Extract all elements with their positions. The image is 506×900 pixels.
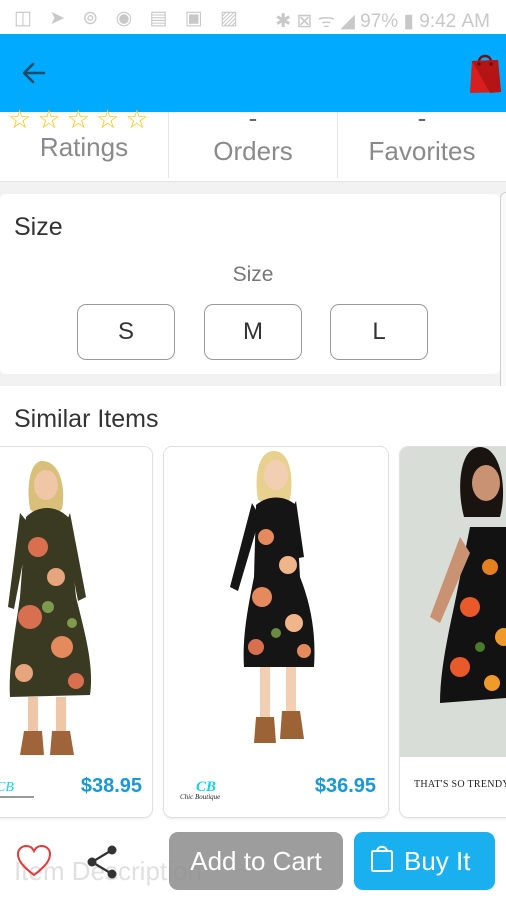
- ratings-stat[interactable]: ☆☆☆☆☆ Ratings: [0, 106, 168, 178]
- buy-it-button[interactable]: Buy It: [354, 832, 495, 890]
- star-icon: ☆: [66, 104, 96, 134]
- star-icon: ☆: [95, 104, 126, 134]
- star-icon: ☆: [125, 104, 155, 134]
- buy-it-label: Buy It: [404, 846, 471, 876]
- notification-icons: ◫ ➤ ⊚ ◉ ▤ ▣ ▨: [14, 8, 244, 29]
- product-screen: ◫ ➤ ⊚ ◉ ▤ ▣ ▨ ✱ ⊠ ᯤ ◢ 97% ▮ 9:42 AM ☆☆☆☆…: [0, 0, 506, 900]
- cart-button[interactable]: [468, 50, 502, 94]
- back-button[interactable]: [18, 57, 50, 89]
- item-price: $38.95: [80, 775, 142, 797]
- orders-stat: - Orders: [168, 103, 338, 178]
- size-subtitle: Size: [232, 263, 274, 286]
- favorite-button[interactable]: [16, 844, 52, 878]
- star-icon: ☆: [37, 104, 67, 134]
- size-option-s[interactable]: S: [77, 304, 175, 360]
- product-image: [0, 447, 152, 757]
- battery-level: 97%: [360, 11, 399, 32]
- similar-item-card[interactable]: THAT'S SO TRENDY: [400, 447, 506, 817]
- orders-label: Orders: [213, 136, 293, 166]
- product-image: [400, 447, 506, 757]
- battery-icon: ▮: [403, 11, 414, 32]
- size-option-m[interactable]: M: [204, 304, 302, 360]
- item-price: $36.95: [314, 775, 376, 797]
- similar-item-card[interactable]: CB Chic Boutique $36.95: [164, 447, 388, 817]
- adjacent-card-edge: [500, 192, 506, 398]
- shopping-bag-icon: [371, 845, 393, 872]
- product-image: [164, 447, 388, 757]
- status-bar: ◫ ➤ ⊚ ◉ ▤ ▣ ▨ ✱ ⊠ ᯤ ◢ 97% ▮ 9:42 AM: [0, 0, 506, 34]
- ratings-label: Ratings: [39, 132, 129, 162]
- arrow-left-icon: [22, 62, 46, 84]
- favorites-value: -: [417, 103, 427, 133]
- status-right: ✱ ⊠ ᯤ ◢ 97% ▮ 9:42 AM: [275, 7, 490, 33]
- similar-items-title: Similar Items: [14, 405, 159, 433]
- size-section-title: Size: [14, 213, 63, 241]
- favorites-stat: - Favorites: [338, 103, 506, 178]
- share-icon: [87, 845, 117, 879]
- add-to-cart-button[interactable]: Add to Cart: [169, 832, 343, 890]
- rating-stars: ☆☆☆☆☆: [8, 106, 155, 132]
- similar-item-card[interactable]: CB $38.95: [0, 447, 152, 817]
- svg-text:CB: CB: [0, 780, 14, 795]
- share-button[interactable]: [84, 843, 120, 881]
- heart-icon: [16, 844, 52, 877]
- signal-icons: ✱ ⊠ ᯤ ◢: [275, 11, 361, 32]
- brand-logo-text: THAT'S SO TRENDY: [414, 779, 506, 790]
- size-option-l[interactable]: L: [330, 304, 428, 360]
- svg-text:Chic Boutique: Chic Boutique: [180, 793, 220, 801]
- brand-logo: CB: [0, 780, 34, 798]
- clock: 9:42 AM: [419, 11, 490, 32]
- stats-card: ☆☆☆☆☆ Ratings - Orders - Favorites: [0, 103, 506, 182]
- orders-value: -: [248, 103, 258, 133]
- app-bar: [0, 34, 506, 112]
- shopping-bag-icon: [470, 54, 501, 93]
- brand-logo: CB Chic Boutique: [180, 779, 220, 801]
- favorites-label: Favorites: [368, 136, 476, 166]
- star-icon: ☆: [8, 104, 38, 134]
